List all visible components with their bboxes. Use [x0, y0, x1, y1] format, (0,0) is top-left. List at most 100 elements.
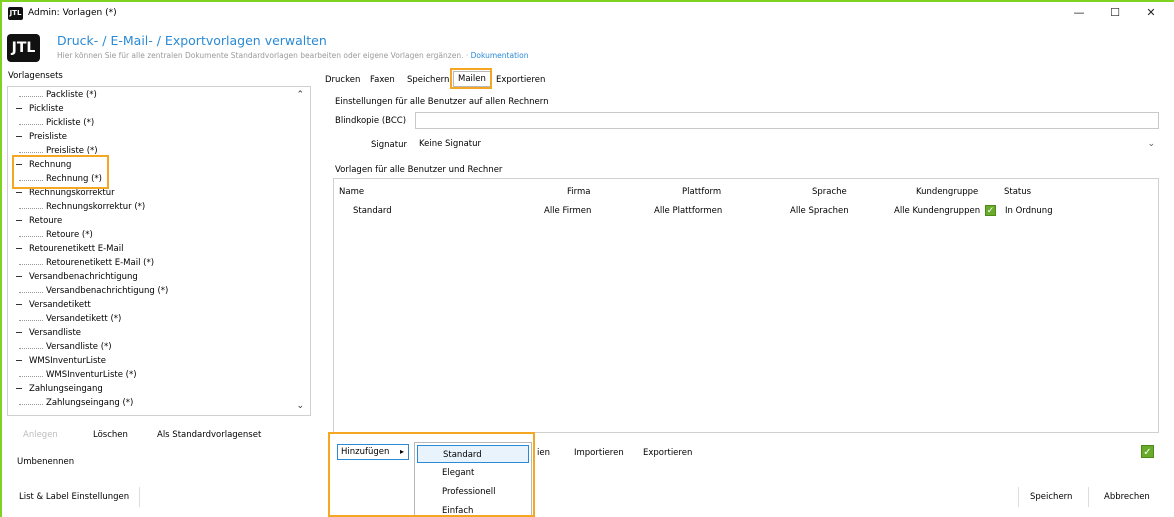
tree-label: Rechnung (*) [46, 174, 102, 184]
add-template-menu[interactable]: Standard Elegant Professionell Einfach [414, 442, 532, 517]
tree-group[interactable]: Rechnungskorrektur [8, 188, 288, 202]
tree-item[interactable]: Versandliste (*) [8, 342, 288, 356]
title-bar: JTL Admin: Vorlagen (*) — ☐ ✕ [2, 2, 1174, 24]
signature-label: Signatur [371, 140, 407, 150]
tab-exportieren[interactable]: Exportieren [496, 75, 545, 85]
collapse-icon[interactable] [16, 136, 22, 137]
collapse-icon[interactable] [16, 248, 22, 249]
tree-item[interactable]: Packliste (*) [8, 90, 288, 104]
tree-connector [19, 236, 43, 237]
standardvorlagenset-button[interactable]: Als Standardvorlagenset [157, 430, 261, 440]
menu-item-professionell[interactable]: Professionell [415, 483, 531, 501]
tab-mailen[interactable]: Mailen [453, 71, 491, 87]
tree-group[interactable]: Versandetikett [8, 300, 288, 314]
tab-drucken[interactable]: Drucken [325, 75, 360, 85]
scroll-up-icon[interactable]: ⌃ [296, 90, 304, 100]
tree-label: Versandbenachrichtigung (*) [46, 286, 169, 296]
tree-connector [19, 208, 43, 209]
tree-item[interactable]: WMSInventurListe (*) [8, 370, 288, 384]
tree-label: Versandliste (*) [46, 342, 112, 352]
column-header-plattform[interactable]: Plattform [682, 187, 721, 197]
tree-item[interactable]: Versandetikett (*) [8, 314, 288, 328]
tree-label: Retourenetikett E-Mail (*) [46, 258, 155, 268]
signature-select[interactable]: Keine Signatur ⌄ [415, 136, 1159, 152]
umbenennen-button[interactable]: Umbenennen [17, 457, 74, 467]
tree-label: Preisliste (*) [46, 146, 98, 156]
tree-group[interactable]: Retoure [8, 216, 288, 230]
tree-connector [19, 376, 43, 377]
tree-group[interactable]: WMSInventurListe [8, 356, 288, 370]
column-header-sprache[interactable]: Sprache [812, 187, 847, 197]
tree-label: Retoure (*) [46, 230, 93, 240]
cell-name: Standard [353, 206, 392, 216]
tree-group[interactable]: Rechnung [8, 160, 288, 174]
collapse-icon[interactable] [16, 360, 22, 361]
tree-item[interactable]: Rechnungskorrektur (*) [8, 202, 288, 216]
exportieren-button[interactable]: Exportieren [643, 448, 692, 458]
signature-value: Keine Signatur [419, 139, 482, 149]
cell-plattform: Alle Plattformen [654, 206, 723, 216]
bcc-input[interactable] [415, 112, 1159, 129]
tree-item[interactable]: Versandbenachrichtigung (*) [8, 286, 288, 300]
hinzufuegen-button[interactable]: Hinzufügen ▸ [337, 444, 409, 460]
collapse-icon[interactable] [16, 304, 22, 305]
minimize-button[interactable]: — [1070, 6, 1088, 20]
app-icon: JTL [8, 7, 23, 20]
tree-group[interactable]: Versandbenachrichtigung [8, 272, 288, 286]
loeschen-button[interactable]: Löschen [93, 430, 128, 440]
tree-group[interactable]: Versandliste [8, 328, 288, 342]
tree-group[interactable]: Preisliste [8, 132, 288, 146]
bearbeiten-button[interactable]: ien [537, 448, 550, 458]
column-header-name[interactable]: Name [339, 187, 364, 197]
cancel-button[interactable]: Abbrechen [1104, 492, 1150, 502]
tree-item[interactable]: Preisliste (*) [8, 146, 288, 160]
tree-label: WMSInventurListe [29, 356, 106, 366]
menu-item-einfach[interactable]: Einfach [415, 502, 531, 517]
collapse-icon[interactable] [16, 388, 22, 389]
vorlagensets-tree[interactable]: Packliste (*) Pickliste Pickliste (*) Preis… [7, 86, 311, 416]
tab-speichern[interactable]: Speichern [407, 75, 449, 85]
scroll-down-icon[interactable]: ⌄ [296, 401, 304, 411]
collapse-icon[interactable] [16, 220, 22, 221]
tab-faxen[interactable]: Faxen [370, 75, 395, 85]
tree-connector [19, 152, 43, 153]
documentation-link[interactable]: Dokumentation [471, 51, 529, 60]
templates-grid[interactable]: Name Firma Plattform Sprache Kundengrupp… [333, 178, 1159, 433]
collapse-icon[interactable] [16, 332, 22, 333]
tree-group[interactable]: Pickliste [8, 104, 288, 118]
close-button[interactable]: ✕ [1142, 6, 1160, 20]
tree-item[interactable]: Retoure (*) [8, 230, 288, 244]
menu-item-elegant[interactable]: Elegant [415, 464, 531, 482]
tree-label: Rechnung [29, 160, 72, 170]
column-header-firma[interactable]: Firma [567, 187, 590, 197]
tree-label: Packliste (*) [46, 90, 97, 100]
column-header-status[interactable]: Status [1004, 187, 1031, 197]
importieren-button[interactable]: Importieren [574, 448, 624, 458]
tree-item[interactable]: Retourenetikett E-Mail (*) [8, 258, 288, 272]
tree-group[interactable]: Retourenetikett E-Mail [8, 244, 288, 258]
collapse-icon[interactable] [16, 108, 22, 109]
page-title: Druck- / E-Mail- / Exportvorlagen verwal… [57, 33, 327, 48]
hinzufuegen-label: Hinzufügen [341, 447, 390, 457]
tree-group[interactable]: Zahlungseingang [8, 384, 288, 398]
collapse-icon[interactable] [16, 276, 22, 277]
tree-item[interactable]: Zahlungseingang (*) [8, 398, 288, 412]
tree-item[interactable]: Pickliste (*) [8, 118, 288, 132]
cell-status: In Ordnung [1005, 206, 1053, 216]
anlegen-button[interactable]: Anlegen [23, 430, 58, 440]
page-subtitle: Hier können Sie für alle zentralen Dokum… [57, 51, 529, 60]
maximize-button[interactable]: ☐ [1106, 6, 1124, 20]
tree-label: Retourenetikett E-Mail [29, 244, 124, 254]
menu-item-standard[interactable]: Standard [417, 445, 529, 463]
tree-label: Zahlungseingang [29, 384, 103, 394]
tree-item[interactable]: Rechnung (*) [8, 174, 288, 188]
tree-label: Pickliste [29, 104, 64, 114]
column-header-kundengruppe[interactable]: Kundengruppe [916, 187, 978, 197]
collapse-icon[interactable] [16, 164, 22, 165]
tree-label: Pickliste (*) [46, 118, 95, 128]
tree-label: Versandbenachrichtigung [29, 272, 138, 282]
collapse-icon[interactable] [16, 192, 22, 193]
tree-connector [19, 292, 43, 293]
list-label-settings-button[interactable]: List & Label Einstellungen [19, 492, 129, 502]
save-button[interactable]: Speichern [1030, 492, 1072, 502]
